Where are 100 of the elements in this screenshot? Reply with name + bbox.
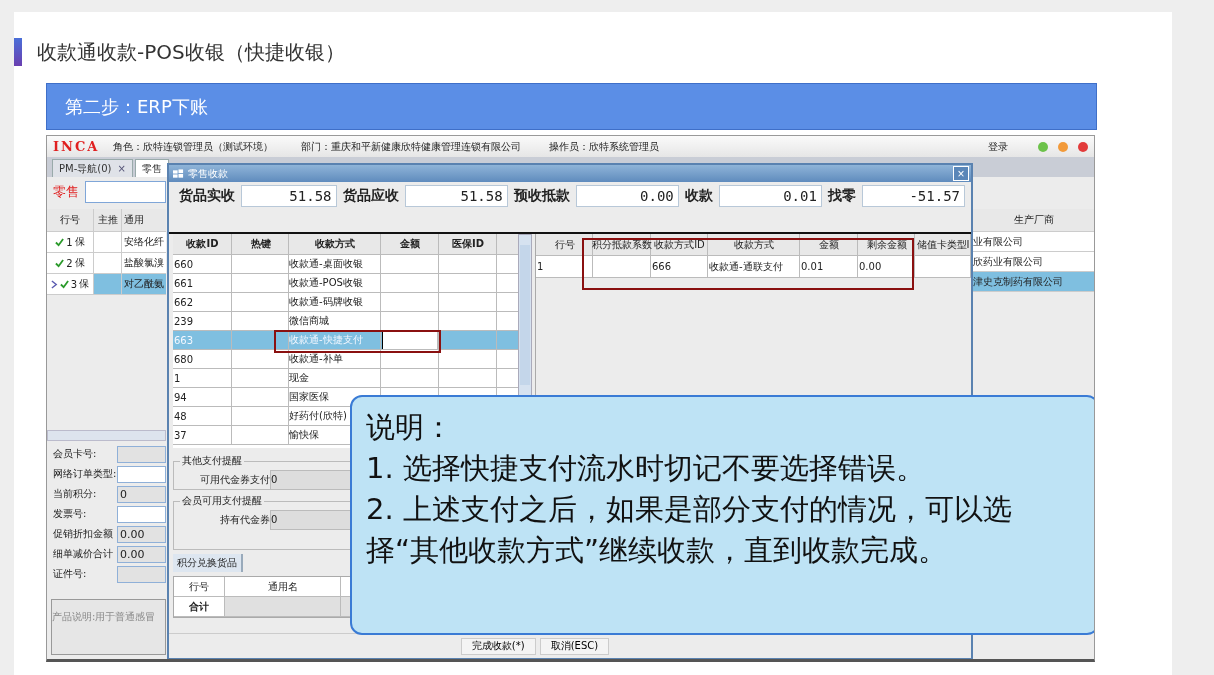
table-cell: 业有限公司: [973, 234, 1023, 249]
input-field[interactable]: [117, 465, 166, 483]
table-row[interactable]: 662 收款通-码牌收银: [173, 293, 518, 312]
table-cell: 660: [173, 255, 232, 273]
table-cell: 661: [173, 274, 232, 292]
column-header: 通用名: [225, 577, 341, 596]
amount-field[interactable]: 0.00: [575, 185, 679, 207]
page-title: 收款通收款-POS收银（快捷收银）: [37, 38, 345, 66]
table-row[interactable]: 1 现金: [173, 369, 518, 388]
close-button[interactable]: [1078, 141, 1088, 152]
amount-field[interactable]: 51.58: [404, 185, 508, 207]
tab[interactable]: PM-导航(0) ×: [52, 159, 133, 177]
amount-field[interactable]: -51.57: [861, 185, 965, 207]
table-row[interactable]: 661 收款通-POS收银: [173, 274, 518, 293]
table-cell: 94: [173, 388, 232, 406]
column-header: 热键: [232, 234, 289, 254]
table-cell: 666: [651, 256, 708, 277]
column-header: 生产厂商: [1013, 213, 1054, 227]
table-cell: 收款通-补单: [289, 350, 381, 368]
table-cell: 微信商城: [289, 312, 381, 330]
field-label: 发票号:: [53, 507, 88, 521]
field-label: 促销折扣金额: [53, 527, 114, 541]
column-header: 收款方式ID: [651, 234, 708, 255]
table-row[interactable]: 1 保 安络化纤: [47, 232, 166, 253]
column-header: 收款ID: [173, 234, 232, 254]
table-cell: 现金: [289, 369, 381, 387]
table-cell: 663: [173, 331, 232, 349]
field-label: 可用代金券支付: [199, 473, 270, 487]
row-status: 保: [79, 277, 90, 291]
group-title: 其他支付提醒: [181, 454, 243, 468]
minimize-button[interactable]: [1038, 141, 1048, 152]
row-number: 1: [66, 236, 73, 248]
table-cell: 收款通-快捷支付: [289, 331, 381, 349]
table-row[interactable]: 津史克制药有限公司: [973, 272, 1094, 292]
table-row[interactable]: 680 收款通-补单: [173, 350, 518, 369]
field-label: 网络订单类型:: [53, 467, 117, 481]
field-label: 会员卡号:: [53, 447, 98, 461]
field-label: 证件号:: [53, 567, 88, 581]
note-item: 1. 选择快捷支付流水时切记不要选择错误。: [366, 450, 926, 487]
column-header: 行号: [536, 234, 593, 255]
column-header: 收款方式: [289, 234, 381, 254]
checkmark-icon: [55, 258, 65, 268]
window-logo-icon: [173, 168, 184, 179]
amount-label: 找零: [827, 187, 856, 205]
group-title: 会员可用支付提醒: [181, 494, 263, 508]
table-cell: 安络化纤: [121, 232, 166, 252]
dialog-title: 零售收款: [188, 166, 228, 181]
tab[interactable]: 零售: [134, 159, 169, 177]
table-row[interactable]: 欣药业有限公司: [973, 252, 1094, 272]
column-header: 积分抵款系数: [593, 234, 651, 255]
amount-field[interactable]: 51.58: [241, 185, 337, 207]
amount-label: 预收抵款: [513, 187, 570, 205]
checkmark-icon: [55, 237, 65, 247]
amount-field[interactable]: 0.01: [718, 185, 822, 207]
dialog-button[interactable]: 取消(ESC): [539, 637, 610, 655]
input-field[interactable]: [117, 505, 166, 523]
amount-label: 货品实收: [179, 187, 235, 205]
table-cell: 收款通-桌面收银: [289, 255, 381, 273]
column-header: 金额: [800, 234, 858, 255]
table-cell: 662: [173, 293, 232, 311]
horizontal-scrollbar[interactable]: [47, 430, 166, 441]
barcode-input-field[interactable]: [85, 181, 166, 203]
checkmark-icon: [59, 279, 69, 289]
table-cell: 0.01: [800, 256, 858, 277]
table-cell: 680: [173, 350, 232, 368]
column-header: 金额: [381, 234, 439, 254]
column-header: 剩余金额: [858, 234, 915, 255]
table-cell: 239: [173, 312, 232, 330]
table-cell: 对乙酰氨: [121, 274, 166, 294]
table-row[interactable]: 2 保 盐酸氯溴: [47, 253, 166, 274]
row-status: 保: [74, 235, 85, 249]
table-cell: 津史克制药有限公司: [973, 274, 1063, 289]
role-label: 角色：欣特连锁管理员（测试环境）: [113, 139, 273, 154]
column-header: 行号: [59, 213, 81, 227]
amount-label: 货品应收: [342, 187, 399, 205]
total-label: 合计: [174, 597, 225, 616]
product-description: 产品说明:用于普通感冒: [52, 611, 156, 622]
table-cell: 1: [173, 369, 232, 387]
table-cell: 收款通-通联支付: [708, 256, 800, 277]
row-status: 保: [74, 256, 85, 270]
maximize-button[interactable]: [1058, 141, 1068, 152]
login-link[interactable]: 登录: [988, 139, 1008, 154]
column-header: 通用: [121, 209, 166, 231]
field-label: 持有代金券: [219, 513, 270, 527]
table-row[interactable]: 660 收款通-桌面收银: [173, 255, 518, 274]
department-label: 部门：重庆和平新健康欣特健康管理连锁有限公司: [301, 139, 521, 154]
dialog-button[interactable]: 完成收款(*): [460, 637, 536, 655]
tab[interactable]: 积分兑换货品: [173, 554, 243, 572]
table-cell: 0.00: [858, 256, 915, 277]
close-button[interactable]: ×: [953, 166, 969, 181]
table-cell: 48: [173, 407, 232, 425]
table-row[interactable]: 业有限公司: [973, 232, 1094, 252]
note-item: 2. 上述支付之后，如果是部分支付的情况，可以选择“其他收款方式”继续收款，直到收款完成。: [366, 491, 1013, 569]
table-row[interactable]: 3 保 对乙酰氨: [47, 274, 166, 295]
step-banner: 第二步：ERP下账: [46, 83, 1097, 130]
column-header: 收款方式: [708, 234, 800, 255]
field-label: 细单减价合计: [53, 547, 114, 561]
table-cell: 1: [536, 256, 593, 277]
table-cell: 收款通-码牌收银: [289, 293, 381, 311]
column-header: 行号: [174, 577, 225, 596]
